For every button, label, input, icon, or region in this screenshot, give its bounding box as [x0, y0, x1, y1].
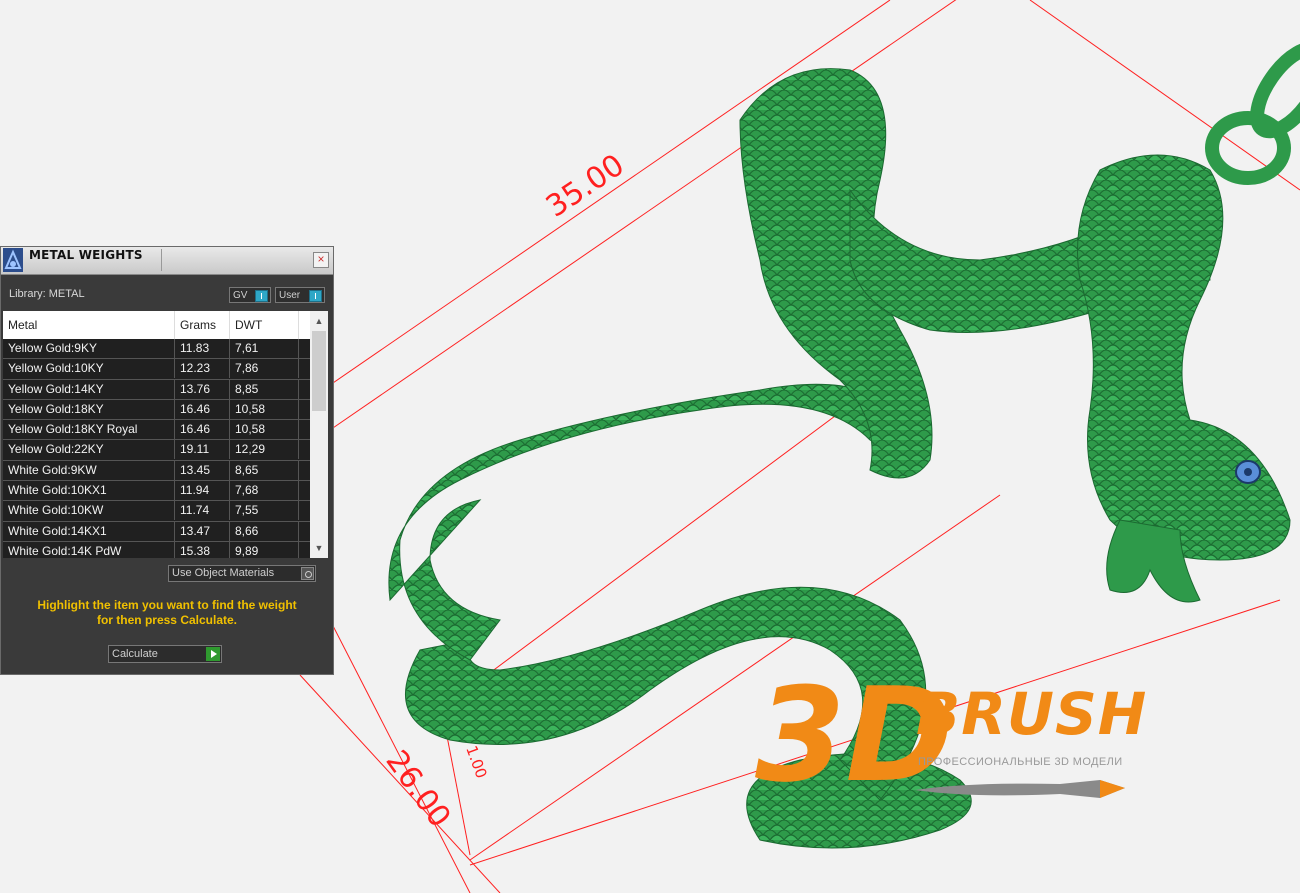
table-row[interactable]: White Gold:14KX1 13.47 8,66 — [3, 521, 310, 542]
cell-spacer — [299, 380, 310, 399]
cell-dwt: 10,58 — [230, 420, 299, 440]
cell-grams: 11.83 — [175, 339, 230, 358]
cell-metal: White Gold:14K PdW — [3, 541, 175, 558]
cell-grams: 16.46 — [175, 399, 230, 419]
cell-metal: White Gold:10KX1 — [3, 481, 175, 501]
cell-spacer — [299, 461, 310, 480]
cell-spacer — [299, 400, 310, 419]
dimension-label-thickness: 1.00 — [462, 743, 490, 781]
cell-grams: 16.46 — [175, 420, 230, 440]
dimension-label-height: 26.00 — [379, 744, 458, 834]
use-object-materials-button[interactable]: Use Object Materials — [168, 565, 316, 582]
cell-dwt: 10,58 — [230, 399, 299, 419]
cell-spacer — [299, 440, 310, 459]
cell-spacer — [299, 359, 310, 378]
table-row[interactable]: Yellow Gold:18KY Royal 16.46 10,58 — [3, 420, 310, 441]
cell-metal: Yellow Gold:18KY Royal — [3, 420, 175, 440]
titlebar-divider — [161, 249, 162, 271]
cell-dwt: 8,85 — [230, 379, 299, 399]
table-row[interactable]: Yellow Gold:22KY 19.11 12,29 — [3, 440, 310, 461]
cell-grams: 11.94 — [175, 481, 230, 501]
column-header-metal[interactable]: Metal — [3, 311, 175, 339]
play-arrow-icon — [206, 647, 220, 661]
table-row[interactable]: Yellow Gold:18KY 16.46 10,58 — [3, 399, 310, 421]
cell-grams: 15.38 — [175, 541, 230, 558]
cell-dwt: 7,68 — [230, 481, 299, 501]
chain-links — [1205, 41, 1300, 185]
gv-toggle[interactable]: GV — [229, 287, 271, 303]
column-header-dwt[interactable]: DWT — [230, 311, 299, 339]
cell-dwt: 9,89 — [230, 541, 299, 558]
scrollbar-thumb[interactable] — [312, 331, 326, 411]
table-row[interactable]: White Gold:9KW 13.45 8,65 — [3, 460, 310, 482]
cell-metal: White Gold:14KX1 — [3, 521, 175, 541]
cell-grams: 12.23 — [175, 359, 230, 379]
table-header: Metal Grams DWT — [3, 311, 310, 339]
dimension-label-length: 35.00 — [540, 148, 631, 225]
calculate-label: Calculate — [112, 648, 158, 660]
logo-tagline: ПРОФЕССИОНАЛЬНЫЕ 3D МОДЕЛИ — [918, 756, 1123, 768]
table-body: Yellow Gold:9KY 11.83 7,61 Yellow Gold:10K… — [3, 339, 310, 558]
table-row[interactable]: White Gold:10KW 11.74 7,55 — [3, 501, 310, 522]
cell-metal: White Gold:10KW — [3, 501, 175, 521]
cell-grams: 13.76 — [175, 379, 230, 399]
instruction-line-1: Highlight the item you want to find the … — [37, 598, 297, 612]
table-row[interactable]: White Gold:10KX1 11.94 7,68 — [3, 481, 310, 502]
cell-metal: Yellow Gold:18KY — [3, 399, 175, 419]
cell-dwt: 7,86 — [230, 359, 299, 379]
cell-metal: Yellow Gold:22KY — [3, 440, 175, 460]
cell-dwt: 7,55 — [230, 501, 299, 521]
cell-dwt: 8,65 — [230, 460, 299, 480]
cell-dwt: 7,61 — [230, 339, 299, 358]
cell-metal: Yellow Gold:9KY — [3, 339, 175, 358]
cell-spacer — [299, 542, 310, 558]
metal-table[interactable]: Metal Grams DWT Yellow Gold:9KY 11.83 7,61… — [3, 311, 328, 558]
cell-grams: 19.11 — [175, 440, 230, 460]
cell-dwt: 12,29 — [230, 440, 299, 460]
panel-title: METAL WEIGHTS — [29, 248, 143, 262]
cell-spacer — [299, 420, 310, 439]
column-header-spacer — [299, 311, 310, 339]
cell-metal: Yellow Gold:14KY — [3, 379, 175, 399]
user-toggle-label: User — [279, 290, 301, 301]
use-object-materials-label: Use Object Materials — [172, 567, 275, 579]
cell-spacer — [299, 501, 310, 520]
cell-grams: 11.74 — [175, 501, 230, 521]
cell-metal: White Gold:9KW — [3, 460, 175, 480]
library-label: Library: METAL — [9, 288, 85, 300]
toggle-switch-icon — [255, 290, 268, 302]
gv-toggle-label: GV — [233, 290, 248, 301]
brush-icon — [915, 780, 1125, 798]
instruction-text: Highlight the item you want to find the … — [11, 598, 323, 628]
logo-brand-text: BRUSH — [916, 680, 1148, 748]
cell-grams: 13.45 — [175, 460, 230, 480]
cell-metal: Yellow Gold:10KY — [3, 359, 175, 379]
cell-dwt: 8,66 — [230, 521, 299, 541]
instruction-line-2: for then press Calculate. — [96, 613, 238, 627]
scroll-down-icon[interactable]: ▼ — [310, 540, 328, 556]
app-logo-icon — [3, 248, 23, 272]
metal-weights-panel: METAL WEIGHTS × Library: METAL GV User M… — [0, 246, 334, 675]
table-row[interactable]: Yellow Gold:9KY 11.83 7,61 — [3, 339, 310, 360]
cell-spacer — [299, 522, 310, 541]
calculate-button[interactable]: Calculate — [108, 645, 222, 663]
cell-spacer — [299, 481, 310, 500]
table-scrollbar[interactable]: ▲ ▼ — [310, 311, 328, 558]
cell-spacer — [299, 339, 310, 358]
settings-icon — [301, 567, 314, 580]
scroll-up-icon[interactable]: ▲ — [310, 313, 328, 329]
column-header-grams[interactable]: Grams — [175, 311, 230, 339]
cell-grams: 13.47 — [175, 521, 230, 541]
user-toggle[interactable]: User — [275, 287, 325, 303]
table-row[interactable]: Yellow Gold:10KY 12.23 7,86 — [3, 359, 310, 380]
toggle-switch-icon — [309, 290, 322, 302]
table-row[interactable]: White Gold:14K PdW 15.38 9,89 — [3, 541, 310, 558]
panel-titlebar[interactable]: METAL WEIGHTS × — [1, 247, 333, 275]
close-button[interactable]: × — [313, 252, 329, 268]
table-row[interactable]: Yellow Gold:14KY 13.76 8,85 — [3, 379, 310, 400]
